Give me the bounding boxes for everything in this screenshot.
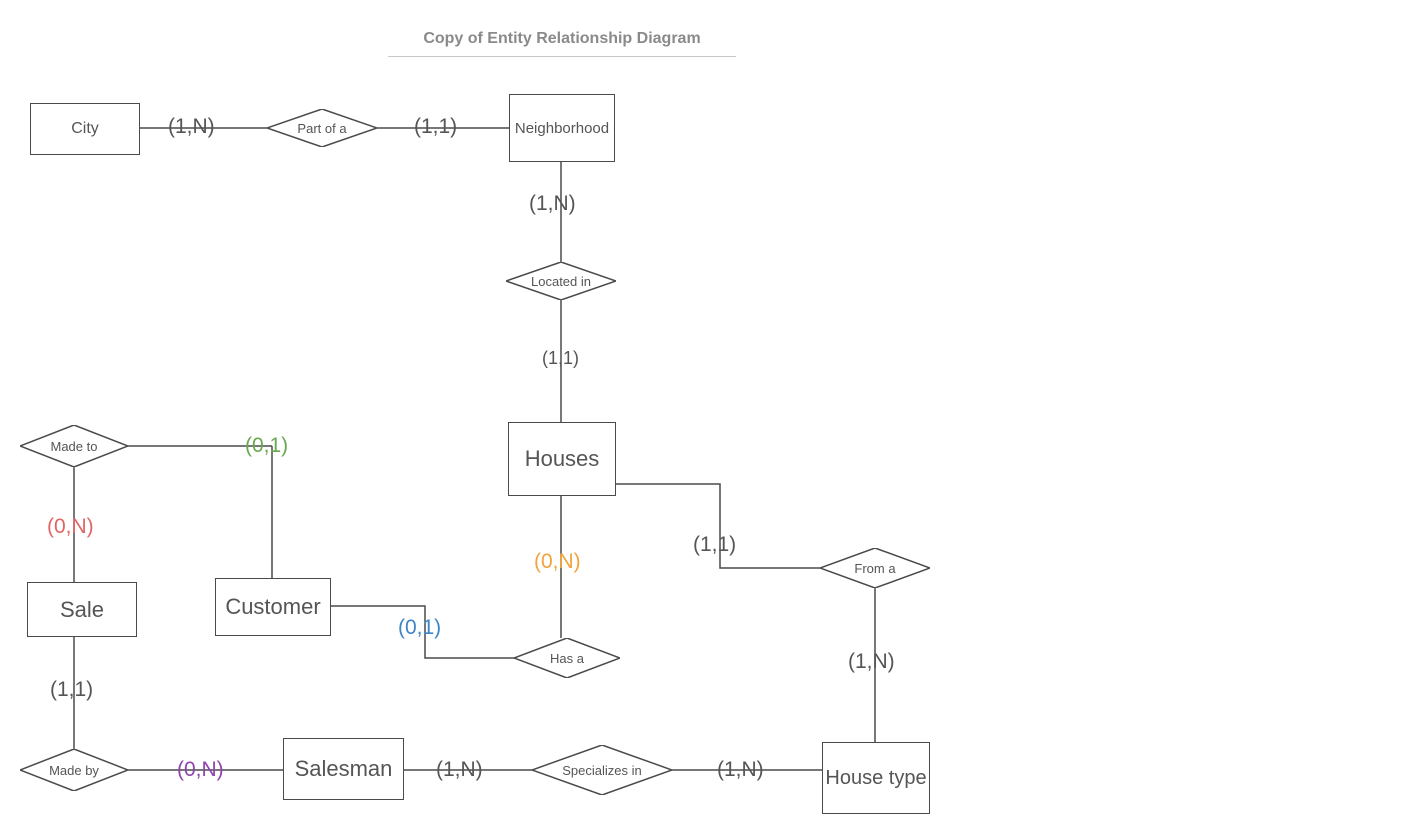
entity-house-type-label: House type (825, 767, 926, 789)
card-customer-hasa: (0,1) (398, 616, 441, 640)
rel-part-of-a: Part of a (267, 109, 377, 147)
rel-part-of-a-label: Part of a (297, 121, 346, 136)
er-diagram-canvas: Copy of Entity Relationship Diagram (0, 0, 1409, 819)
entity-house-type: House type (822, 742, 930, 814)
card-neighborhood-partof: (1,1) (414, 115, 457, 139)
entity-neighborhood: Neighborhood (509, 94, 615, 162)
entity-sale: Sale (27, 582, 137, 637)
card-sale-madeto: (0,N) (47, 515, 94, 539)
card-houses-froma: (1,1) (693, 533, 736, 557)
rel-made-to: Made to (20, 425, 128, 467)
rel-specializes-in: Specializes in (532, 745, 672, 795)
entity-houses: Houses (508, 422, 616, 496)
entity-city: City (30, 103, 140, 155)
card-city-partof: (1,N) (168, 115, 215, 139)
card-houses-hasa: (0,N) (534, 550, 581, 574)
card-neighborhood-located: (1,N) (529, 192, 576, 216)
rel-made-by: Made by (20, 749, 128, 791)
card-houses-located: (1,1) (542, 348, 579, 369)
rel-from-a-label: From a (854, 561, 895, 576)
rel-made-by-label: Made by (49, 763, 99, 778)
rel-located-in: Located in (506, 262, 616, 300)
diagram-title: Copy of Entity Relationship Diagram (388, 30, 736, 57)
rel-from-a: From a (820, 548, 930, 588)
entity-customer: Customer (215, 578, 331, 636)
card-salesman-specializes: (1,N) (436, 758, 483, 782)
card-housetype-specializes: (1,N) (717, 758, 764, 782)
card-sale-madeby: (1,1) (50, 678, 93, 702)
rel-made-to-label: Made to (51, 439, 98, 454)
card-salesman-madeby: (0,N) (177, 758, 224, 782)
rel-specializes-in-label: Specializes in (562, 763, 642, 778)
rel-has-a: Has a (514, 638, 620, 678)
entity-salesman: Salesman (283, 738, 404, 800)
card-housetype-froma: (1,N) (848, 650, 895, 674)
rel-has-a-label: Has a (550, 651, 584, 666)
rel-located-in-label: Located in (531, 274, 591, 289)
card-customer-madeto: (0,1) (245, 434, 288, 458)
